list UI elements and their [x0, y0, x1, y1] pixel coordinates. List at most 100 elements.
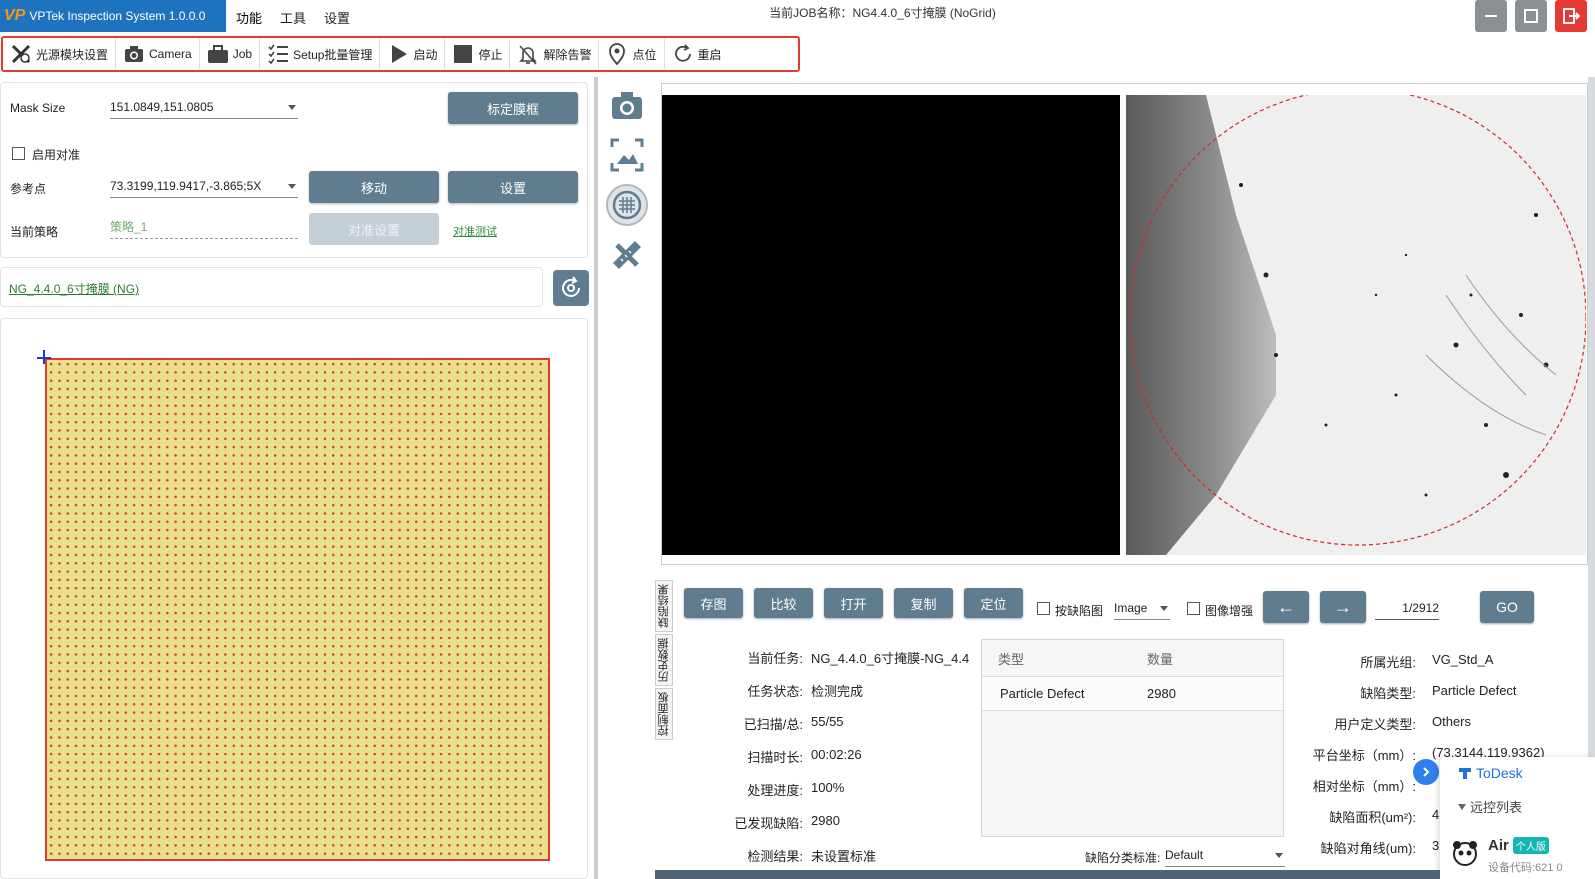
image-enhance-label: 图像增强 — [1205, 604, 1254, 618]
task-label-scanned: 已扫描/总: — [743, 717, 803, 732]
camera-icon — [612, 92, 642, 119]
tab-defect-results[interactable]: 缺陷结果 — [655, 580, 673, 632]
light-module-settings-button[interactable]: 光源模块设置 — [3, 39, 117, 69]
prev-defect-button[interactable]: ← — [1263, 591, 1309, 623]
image-view-button[interactable] — [606, 134, 648, 176]
capture-view-button[interactable] — [606, 84, 648, 126]
setup-batch-button[interactable]: Setup批量管理 — [260, 39, 381, 69]
exit-button[interactable] — [1555, 0, 1587, 32]
edition-badge: 个人版 — [1512, 837, 1549, 854]
enable-align-label: 启用对准 — [32, 148, 81, 162]
todesk-remote-list[interactable]: 远控列表 — [1458, 797, 1522, 816]
todesk-header: ToDesk — [1458, 765, 1523, 781]
start-button[interactable]: 启动 — [380, 39, 446, 69]
compare-button[interactable]: 比较 — [754, 588, 813, 618]
job-link[interactable]: NG_4.4.0_6寸掩膜 (NG) — [9, 280, 139, 297]
align-test-link[interactable]: 对准测试 — [453, 223, 497, 239]
point-button[interactable]: 点位 — [599, 39, 665, 69]
stop-button[interactable]: 停止 — [445, 39, 511, 69]
table-header-type: 类型 — [998, 651, 1025, 667]
open-button[interactable]: 打开 — [824, 588, 883, 618]
todesk-expand-button[interactable] — [1413, 759, 1439, 785]
defect-value-area: 4 — [1432, 807, 1440, 822]
result-tabs: 缺陷结果 历史数据 控制面板 — [655, 580, 675, 740]
todesk-logo-icon — [1459, 768, 1471, 779]
image-enhance-checkbox[interactable] — [1187, 602, 1200, 615]
strategy-value: 策略_1 — [110, 217, 298, 239]
task-label-defects: 已发现缺陷: — [734, 816, 803, 831]
task-value-result: 未设置标准 — [811, 849, 877, 864]
minimize-button[interactable] — [1475, 0, 1507, 32]
play-icon — [387, 43, 409, 65]
job-link-panel: NG_4.4.0_6寸掩膜 (NG) — [0, 267, 543, 307]
clear-alarm-label: 解除告警 — [543, 47, 592, 62]
live-camera-image[interactable] — [662, 95, 1120, 555]
calibrate-frame-button[interactable]: 标定膜框 — [448, 92, 578, 124]
table-cell-count: 2980 — [1147, 686, 1176, 701]
device-name-row[interactable]: Air 个人版 — [1488, 837, 1549, 854]
defect-value-user-type: Others — [1432, 714, 1472, 729]
wafer-view-button[interactable] — [606, 184, 648, 226]
page-indicator[interactable]: 1/2912 — [1375, 598, 1439, 620]
bell-off-icon — [517, 43, 539, 65]
save-image-button[interactable]: 存图 — [684, 588, 743, 618]
current-job-title: 当前JOB名称：NG4.4.0_6寸掩膜 (NoGrid) — [769, 6, 996, 20]
job-label: Job — [232, 47, 253, 61]
title-bar: VP VPTek Inspection System 1.0.0.0 功能 工具… — [0, 0, 1595, 32]
defect-label-stage-coord: 平台坐标（mm）: — [1312, 748, 1416, 763]
stop-label: 停止 — [478, 47, 503, 62]
classify-label: 缺陷分类标准: — [1085, 851, 1161, 865]
task-label-progress: 处理进度: — [747, 783, 803, 798]
next-defect-button[interactable]: → — [1320, 591, 1366, 623]
image-frame-icon — [610, 138, 644, 172]
defect-label-user-type: 用户定义类型: — [1334, 717, 1416, 732]
task-value-status: 检测完成 — [811, 684, 864, 699]
wafer-map[interactable] — [45, 358, 550, 861]
todesk-panel: ToDesk 远控列表 Air 个人版 设备代码:621 0 — [1440, 757, 1595, 879]
origin-crosshair-icon-vertical — [43, 350, 45, 364]
restart-button[interactable]: 重启 — [665, 39, 729, 69]
camera-icon — [123, 43, 145, 65]
classify-combo[interactable]: Default — [1165, 845, 1285, 867]
chevron-down-icon — [288, 184, 296, 189]
task-label-status: 任务状态: — [747, 684, 803, 699]
defect-map-label: 按缺陷图 — [1055, 604, 1104, 618]
caret-down-icon — [1458, 803, 1466, 810]
table-row[interactable]: Particle Defect 2980 — [982, 677, 1283, 711]
main-toolbar: 光源模块设置 Camera Job Setup批量管理 启动 停止 解除告警 点… — [1, 36, 800, 72]
tab-history-data[interactable]: 历史数据 — [655, 634, 673, 686]
image-mode-value: Image — [1114, 601, 1148, 615]
maximize-button[interactable] — [1515, 0, 1547, 32]
align-setting-button[interactable]: 对准设置 — [309, 213, 439, 245]
clear-alarm-button[interactable]: 解除告警 — [510, 39, 600, 69]
mask-size-label: Mask Size — [10, 101, 66, 115]
job-button[interactable]: Job — [200, 39, 261, 69]
task-value-duration: 00:02:26 — [811, 747, 862, 762]
device-name: Air — [1488, 837, 1509, 854]
task-value-current: NG_4.4.0_6寸掩膜-NG_4.4 — [811, 651, 970, 666]
tab-control-panel[interactable]: 控制面板 — [655, 688, 673, 740]
move-button[interactable]: 移动 — [309, 171, 439, 203]
go-button[interactable]: GO — [1480, 591, 1534, 623]
chevron-down-icon — [288, 105, 296, 110]
chevron-right-icon — [1423, 767, 1430, 777]
defect-label-light-group: 所属光组: — [1360, 655, 1416, 670]
mask-size-combo[interactable]: 151.0849,151.0805 — [110, 97, 298, 119]
locate-button[interactable]: 定位 — [964, 588, 1023, 618]
splitter[interactable] — [594, 77, 598, 879]
defect-overview-image[interactable] — [1126, 95, 1586, 555]
image-mode-combo[interactable]: Image — [1114, 598, 1170, 620]
task-value-scanned: 55/55 — [811, 714, 844, 729]
set-button[interactable]: 设置 — [448, 171, 578, 203]
alignment-settings-panel: Mask Size 151.0849,151.0805 标定膜框 启用对准 参考… — [0, 82, 588, 258]
camera-button[interactable]: Camera — [116, 39, 200, 69]
enable-align-checkbox[interactable] — [12, 147, 25, 160]
reload-job-button[interactable] — [553, 270, 589, 306]
chevron-down-icon — [1275, 853, 1283, 858]
ref-point-combo[interactable]: 73.3199,119.9417,-3.865;5X — [110, 176, 298, 198]
defect-value-light-group: VG_Std_A — [1432, 652, 1494, 667]
copy-button[interactable]: 复制 — [894, 588, 953, 618]
measure-tool-button[interactable] — [606, 234, 648, 276]
defect-map-checkbox[interactable] — [1037, 602, 1050, 615]
task-label-duration: 扫描时长: — [747, 750, 803, 765]
